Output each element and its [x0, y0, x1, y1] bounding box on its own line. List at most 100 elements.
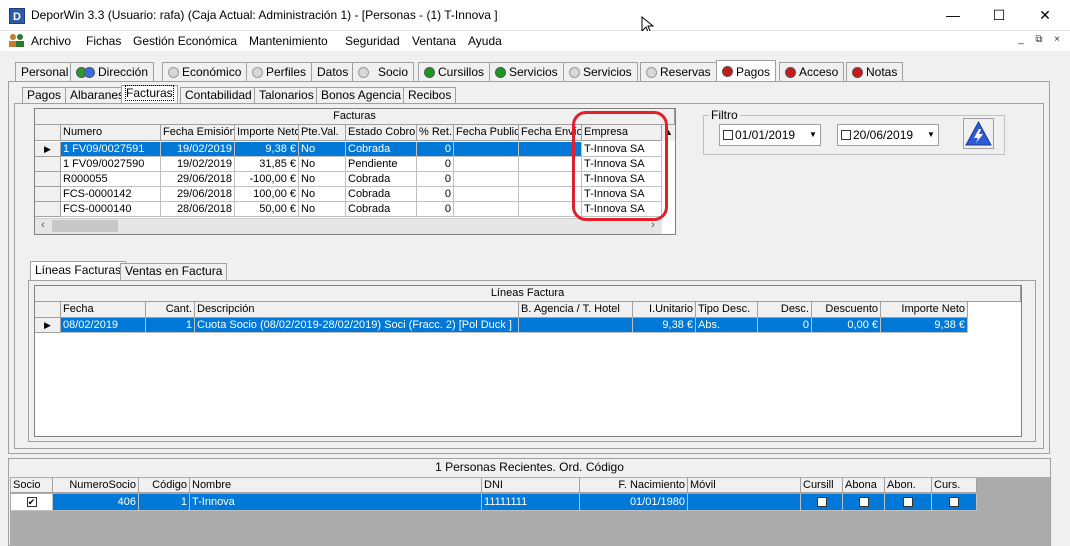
cell-codigo[interactable]: 1: [139, 494, 190, 511]
col-pte-val[interactable]: Pte.Val.: [299, 125, 346, 141]
menu-archivo[interactable]: Archivo: [31, 34, 71, 48]
checkbox-socio[interactable]: ✔: [11, 494, 53, 511]
tab-servicios-2[interactable]: Servicios: [563, 62, 638, 81]
tab-cursillos[interactable]: Cursillos: [418, 62, 491, 81]
cell-estado-cobro[interactable]: Pendiente: [346, 157, 417, 172]
col-fecha-public[interactable]: Fecha Public: [454, 125, 519, 141]
col-descripcion[interactable]: Descripción: [195, 302, 519, 318]
tab-lineas-facturas[interactable]: Líneas Facturas: [30, 261, 127, 281]
cell-numero-socio[interactable]: 406: [53, 494, 139, 511]
cell-fecha-emision[interactable]: 29/06/2018: [161, 187, 235, 202]
cell-fecha[interactable]: 08/02/2019: [61, 318, 146, 333]
checkbox-abon[interactable]: [885, 494, 932, 511]
tab-perfiles[interactable]: Perfiles: [246, 62, 313, 81]
menu-seguridad[interactable]: Seguridad: [345, 34, 400, 48]
col-descuento[interactable]: Descuento: [812, 302, 881, 318]
cell-ret[interactable]: 0: [417, 142, 454, 157]
col-codigo[interactable]: Código: [139, 478, 190, 493]
menu-mantenimiento[interactable]: Mantenimiento: [249, 34, 328, 48]
col-nacimiento[interactable]: F. Nacimiento: [580, 478, 688, 493]
tab-economico[interactable]: Económico: [162, 62, 248, 81]
cell-fecha-emision[interactable]: 29/06/2018: [161, 172, 235, 187]
cell-estado-cobro[interactable]: Cobrada: [346, 187, 417, 202]
cell-fecha-public[interactable]: [454, 187, 519, 202]
tab-ventas-en-factura[interactable]: Ventas en Factura: [120, 263, 228, 281]
tab-servicios-1[interactable]: Servicios: [489, 62, 564, 81]
col-desc[interactable]: Desc.: [758, 302, 812, 318]
scroll-right-icon[interactable]: ›: [646, 219, 660, 233]
cell-fecha-public[interactable]: [454, 142, 519, 157]
tab-notas[interactable]: Notas: [846, 62, 904, 81]
minimize-button[interactable]: —: [930, 0, 976, 31]
cell-pte-val[interactable]: No: [299, 187, 346, 202]
menu-ventana[interactable]: Ventana: [412, 34, 456, 48]
cell-numero[interactable]: FCS-0000142: [61, 187, 161, 202]
cell-ret[interactable]: 0: [417, 187, 454, 202]
menu-ayuda[interactable]: Ayuda: [468, 34, 502, 48]
tab-personal[interactable]: Personal: [15, 62, 75, 81]
col-abona[interactable]: Abona: [843, 478, 885, 493]
cell-numero[interactable]: FCS-0000140: [61, 202, 161, 217]
date-to-checkbox[interactable]: [841, 130, 851, 140]
cell-descripcion[interactable]: Cuota Socio (08/02/2019-28/02/2019) Soci…: [195, 318, 519, 333]
chevron-down-icon[interactable]: ▼: [924, 125, 938, 145]
col-numero-socio[interactable]: NumeroSocio: [53, 478, 139, 493]
maximize-button[interactable]: ☐: [976, 0, 1022, 31]
checkbox-abona[interactable]: [843, 494, 885, 511]
cell-pte-val[interactable]: No: [299, 157, 346, 172]
subtab-bonos-agencia[interactable]: Bonos Agencia: [316, 87, 407, 104]
cell-pte-val[interactable]: No: [299, 172, 346, 187]
col-agencia-hotel[interactable]: B. Agencia / T. Hotel: [519, 302, 633, 318]
cell-importe-neto[interactable]: -100,00 €: [235, 172, 299, 187]
cell-fecha-public[interactable]: [454, 157, 519, 172]
cell-pte-val[interactable]: No: [299, 142, 346, 157]
cell-cant[interactable]: 1: [146, 318, 195, 333]
tab-reservas[interactable]: Reservas: [640, 62, 717, 81]
tab-socio[interactable]: Socio: [352, 62, 415, 81]
cell-ret[interactable]: 0: [417, 157, 454, 172]
tab-pagos[interactable]: Pagos: [716, 60, 777, 82]
col-dni[interactable]: DNI: [482, 478, 580, 493]
cell-estado-cobro[interactable]: Cobrada: [346, 142, 417, 157]
cell-fecha-emision[interactable]: 19/02/2019: [161, 157, 235, 172]
cell-numero[interactable]: R000055: [61, 172, 161, 187]
chevron-down-icon[interactable]: ▼: [806, 125, 820, 145]
col-fecha[interactable]: Fecha: [61, 302, 146, 318]
cell-pte-val[interactable]: No: [299, 202, 346, 217]
tab-acceso[interactable]: Acceso: [779, 62, 845, 81]
cell-importe-neto[interactable]: 9,38 €: [235, 142, 299, 157]
cell-descuento[interactable]: 0,00 €: [812, 318, 881, 333]
cell-fecha-public[interactable]: [454, 202, 519, 217]
col-importe-neto-linea[interactable]: Importe Neto: [881, 302, 968, 318]
col-curs[interactable]: Curs.: [932, 478, 977, 493]
col-estado-cobro[interactable]: Estado Cobro: [346, 125, 417, 141]
cell-fecha-public[interactable]: [454, 172, 519, 187]
cell-importe-neto[interactable]: 50,00 €: [235, 202, 299, 217]
close-button[interactable]: ✕: [1022, 0, 1068, 31]
filter-apply-button[interactable]: [963, 118, 994, 149]
cell-nacimiento[interactable]: 01/01/1980: [580, 494, 688, 511]
col-socio[interactable]: Socio: [11, 478, 53, 493]
subtab-facturas[interactable]: Facturas: [121, 85, 178, 104]
col-numero[interactable]: Numero: [61, 125, 161, 141]
mdi-close-button[interactable]: ×: [1050, 34, 1064, 47]
col-cursill[interactable]: Cursill: [801, 478, 843, 493]
cell-dni[interactable]: 11111111: [482, 494, 580, 511]
col-ret[interactable]: % Ret.: [417, 125, 454, 141]
col-cant[interactable]: Cant.: [146, 302, 195, 318]
cell-numero[interactable]: 1 FV09/0027590: [61, 157, 161, 172]
cell-tipo-desc[interactable]: Abs.: [696, 318, 758, 333]
cell-ret[interactable]: 0: [417, 202, 454, 217]
cell-desc[interactable]: 0: [758, 318, 812, 333]
cell-unitario[interactable]: 9,38 €: [633, 318, 696, 333]
date-to-field[interactable]: 20/06/2019 ▼: [837, 124, 939, 146]
cell-importe-neto[interactable]: 100,00 €: [235, 187, 299, 202]
facturas-hscrollbar[interactable]: [35, 218, 662, 234]
subtab-albaranes[interactable]: Albaranes: [65, 87, 130, 104]
cell-ret[interactable]: 0: [417, 172, 454, 187]
date-from-checkbox[interactable]: [723, 130, 733, 140]
cell-importe-neto[interactable]: 9,38 €: [881, 318, 968, 333]
hscroll-thumb[interactable]: [52, 220, 118, 232]
scroll-left-icon[interactable]: ‹: [36, 219, 50, 233]
col-movil[interactable]: Móvil: [688, 478, 801, 493]
